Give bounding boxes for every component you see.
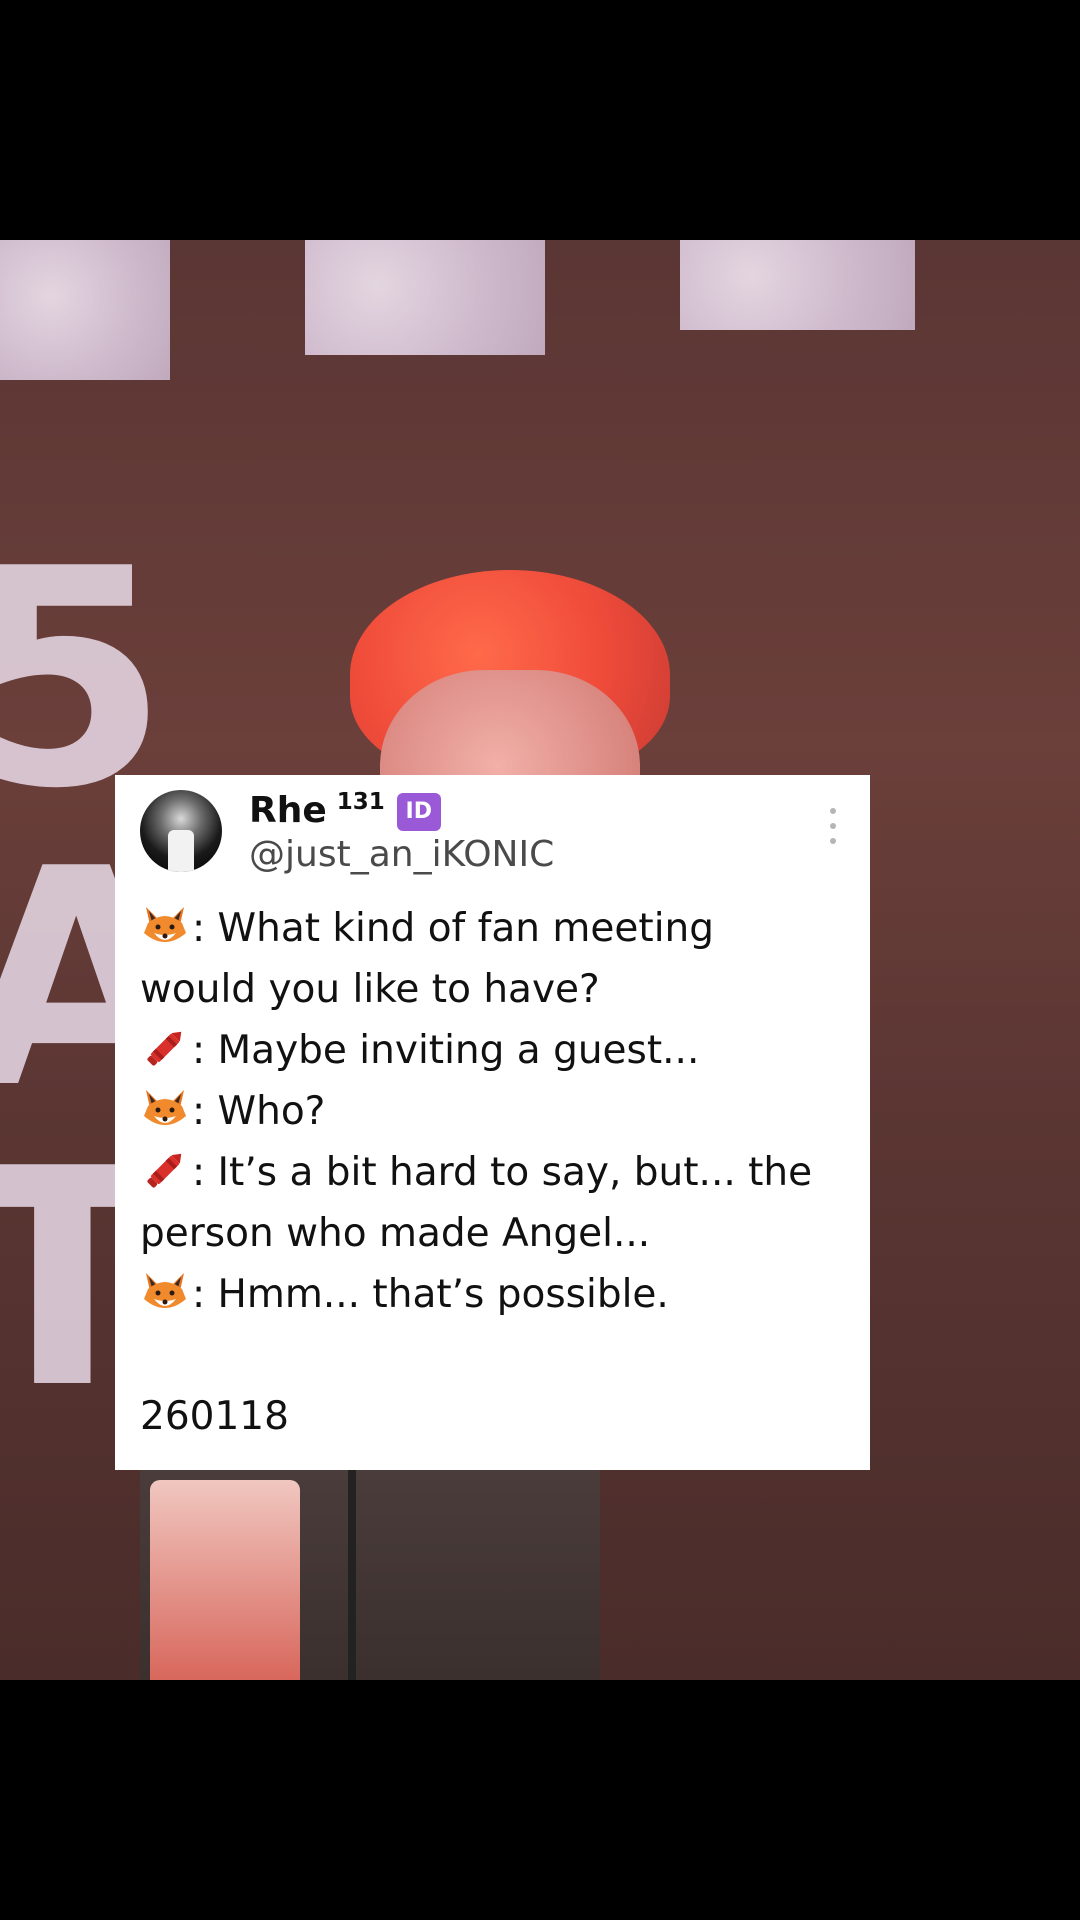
tweet-line: : Who?	[140, 1081, 855, 1142]
mic-stand	[348, 1470, 356, 1680]
screen: 5 ASIA TOU Rhe 131 ID @just_an_iKONIC	[0, 0, 1080, 1920]
more-options-icon[interactable]	[828, 808, 838, 844]
crayon-icon	[147, 1031, 182, 1066]
crayon-icon	[147, 1153, 182, 1188]
tweet-line: : Hmm... that’s possible.	[140, 1264, 855, 1325]
tweet-line: : It’s a bit hard to say, but... the	[140, 1142, 855, 1203]
fox-icon	[144, 1090, 186, 1125]
display-name[interactable]: Rhe	[249, 787, 327, 835]
tweet-line: : Maybe inviting a guest...	[140, 1020, 855, 1081]
user-handle[interactable]: @just_an_iKONIC	[249, 833, 554, 877]
fox-icon	[144, 1273, 186, 1308]
tweet-line: would you like to have?	[140, 967, 600, 1012]
tweet-line: : What kind of fan meeting	[140, 898, 855, 959]
stage-light-panel	[680, 240, 915, 330]
stage-light-panel	[0, 240, 170, 380]
name-row: Rhe 131 ID	[249, 787, 441, 835]
fan-banner	[150, 1480, 300, 1680]
stage-light-panel	[305, 240, 545, 355]
id-badge-icon: ID	[396, 793, 441, 831]
fox-icon	[144, 907, 186, 942]
tweet-text: : What kind of fan meeting would you lik…	[140, 898, 855, 1447]
name-superscript: 131	[336, 789, 385, 815]
tweet-line: person who made Angel...	[140, 1211, 651, 1256]
avatar[interactable]	[140, 790, 222, 872]
tweet-card: Rhe 131 ID @just_an_iKONIC : What kind o…	[115, 775, 870, 1470]
date-code: 260118	[140, 1394, 289, 1439]
